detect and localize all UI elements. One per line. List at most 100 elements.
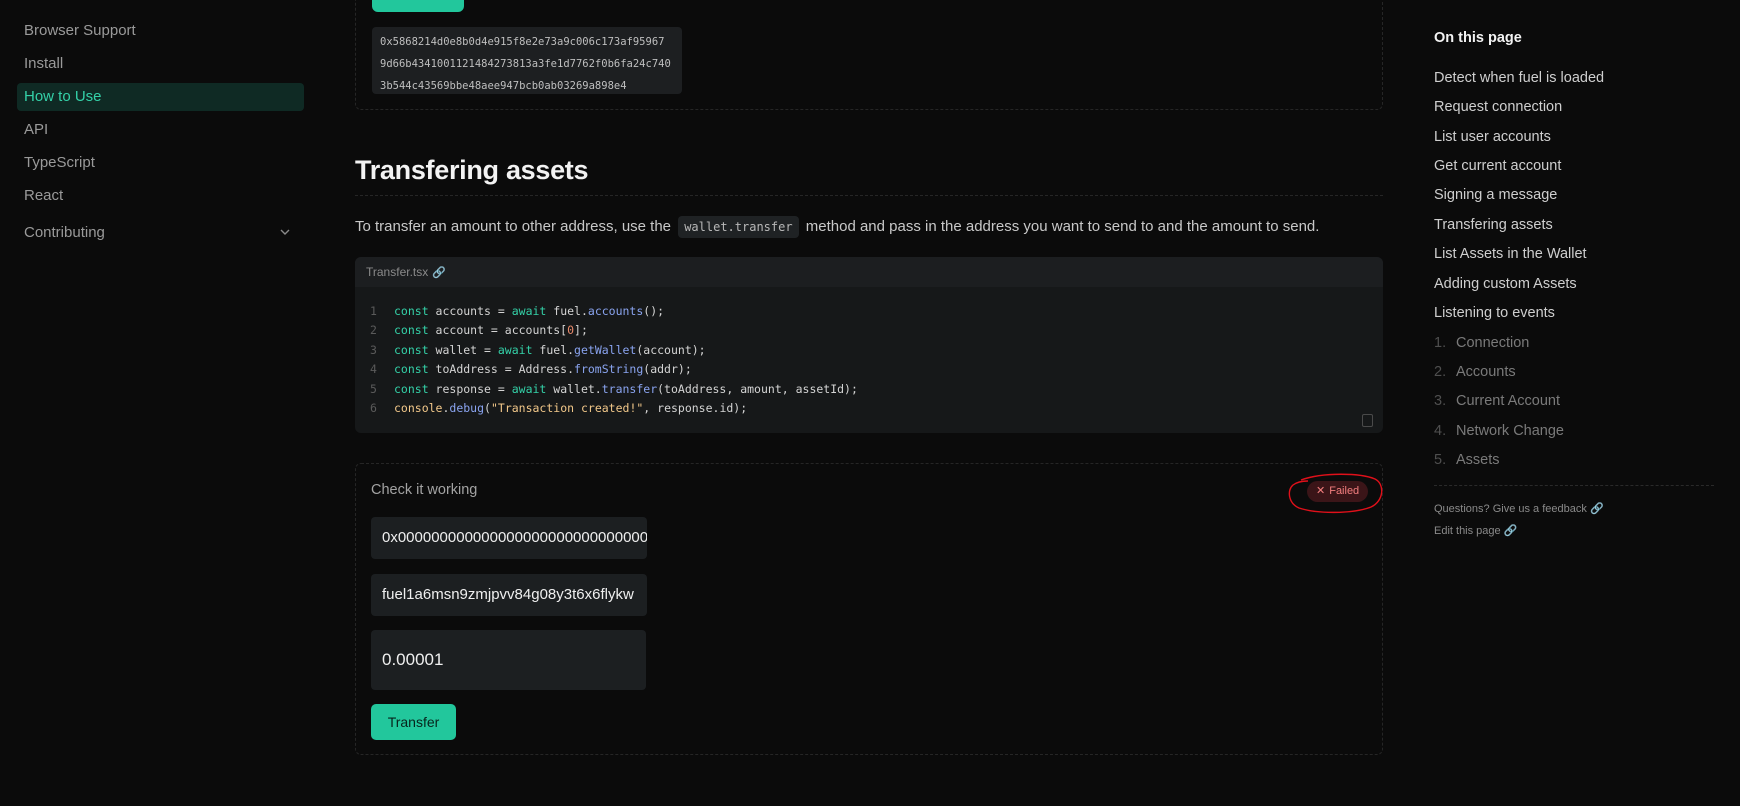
section-paragraph: To transfer an amount to other address, …	[355, 215, 1319, 239]
sidebar-item-typescript[interactable]: TypeScript	[17, 149, 304, 177]
heading-divider	[355, 195, 1383, 196]
amount-input[interactable]: 0.00001	[371, 630, 646, 690]
code-line: 1 const accounts = await fuel.accounts();	[355, 302, 1383, 321]
code-function: fromString	[574, 362, 644, 377]
code-text: (account);	[636, 342, 706, 357]
sign-message-demo: 0x5868214d0e8b0d4e915f8e2e73a9c006c173af…	[355, 0, 1383, 110]
code-text: wallet.	[546, 381, 602, 396]
code-lines: 1 const accounts = await fuel.accounts();…	[355, 287, 1383, 418]
code-line: 4 const toAddress = Address.fromString(ad…	[355, 360, 1383, 379]
toc-sub-number: 4.	[1434, 423, 1447, 439]
toc-item[interactable]: Signing a message	[1434, 187, 1557, 203]
sidebar-item-install[interactable]: Install	[17, 50, 304, 78]
feedback-link-label: Questions? Give us a feedback	[1434, 503, 1587, 515]
sidebar-item-contributing[interactable]: Contributing	[17, 219, 304, 247]
toc-divider	[1434, 485, 1714, 486]
section-heading: Transfering assets	[355, 155, 589, 185]
toc-sub-item[interactable]: 2. Accounts	[1434, 364, 1516, 380]
code-keyword: const	[394, 362, 429, 377]
copy-clipboard-icon[interactable]	[1362, 414, 1373, 427]
sidebar: Browser Support Install How to Use API T…	[0, 0, 320, 806]
code-filename-bar: Transfer.tsx 🔗	[355, 257, 1383, 287]
chevron-down-icon	[280, 229, 290, 235]
code-function: debug	[449, 400, 485, 415]
toc-sub-label: Connection	[1456, 335, 1530, 351]
toc-sub-item[interactable]: 5. Assets	[1434, 452, 1500, 468]
transfer-demo-panel: Check it working ✕ Failed 0x0000000000000…	[355, 463, 1383, 755]
toc-sub-item[interactable]: 4. Network Change	[1434, 423, 1564, 439]
link-icon: 🔗	[1589, 503, 1604, 515]
line-number: 5	[370, 381, 377, 396]
toc-item[interactable]: Listening to events	[1434, 305, 1555, 321]
code-line: 3 const wallet = await fuel.getWallet(acc…	[355, 341, 1383, 360]
toc-sub-number: 3.	[1434, 393, 1447, 409]
code-block: Transfer.tsx 🔗 1 const accounts = await fu…	[355, 257, 1383, 433]
signature-output: 0x5868214d0e8b0d4e915f8e2e73a9c006c173af…	[372, 27, 682, 94]
signature-line: 0x5868214d0e8b0d4e915f8e2e73a9c006c173af…	[380, 36, 665, 48]
code-function: accounts	[587, 304, 644, 318]
toc-item[interactable]: Transfering assets	[1434, 217, 1553, 233]
address-input[interactable]: fuel1a6msn9zmjpvv84g08y3t6x6flykw	[371, 574, 647, 616]
code-line: 2 const account = accounts[0];	[355, 321, 1383, 340]
code-filename: Transfer.tsx	[366, 265, 429, 279]
line-number: 2	[370, 323, 377, 338]
toc-sub-label: Assets	[1456, 452, 1500, 468]
toc-item[interactable]: Detect when fuel is loaded	[1434, 70, 1604, 86]
code-keyword: const	[394, 342, 429, 357]
sidebar-item-react[interactable]: React	[17, 182, 304, 210]
demo-title: Check it working	[371, 482, 478, 498]
toc-item[interactable]: Request connection	[1434, 99, 1562, 115]
toc-sub-number: 2.	[1434, 364, 1447, 380]
toc-item[interactable]: List Assets in the Wallet	[1434, 246, 1587, 262]
link-icon[interactable]: 🔗	[432, 258, 446, 288]
line-number: 6	[370, 400, 377, 415]
edit-page-link[interactable]: Edit this page 🔗	[1434, 524, 1517, 537]
line-number: 1	[370, 304, 377, 318]
toc-item[interactable]: Get current account	[1434, 158, 1561, 174]
code-text: wallet =	[428, 342, 498, 357]
sidebar-item-label: API	[24, 121, 49, 138]
code-string: "Transaction created!"	[490, 400, 644, 415]
line-number: 4	[370, 362, 377, 377]
toc-item[interactable]: Adding custom Assets	[1434, 276, 1577, 292]
sidebar-item-label: Contributing	[24, 224, 105, 241]
code-keyword: const	[394, 304, 429, 318]
line-number: 3	[370, 342, 377, 357]
signature-line: 3b544c43569bbe48aee947bcb0ab03269a898e4	[380, 80, 627, 92]
paragraph-text: To transfer an amount to other address, …	[355, 218, 672, 235]
code-line: 5 const response = await wallet.transfer(…	[355, 380, 1383, 399]
toc-sub-item[interactable]: 1. Connection	[1434, 335, 1529, 351]
code-text: fuel.	[532, 342, 575, 357]
toc-sub-item[interactable]: 3. Current Account	[1434, 393, 1560, 409]
paragraph-text: method and pass in the address you want …	[805, 218, 1320, 235]
code-function: transfer	[601, 381, 658, 396]
toc-sub-number: 1.	[1434, 335, 1447, 351]
annotation-circle	[1288, 473, 1383, 514]
toc-sub-label: Network Change	[1456, 423, 1564, 439]
sidebar-item-api[interactable]: API	[17, 116, 304, 144]
sidebar-item-label: TypeScript	[24, 154, 95, 171]
toc-item[interactable]: List user accounts	[1434, 129, 1551, 145]
feedback-link[interactable]: Questions? Give us a feedback 🔗	[1434, 502, 1604, 515]
code-text: accounts =	[428, 304, 512, 318]
code-keyword: await	[511, 304, 547, 318]
code-text: response =	[428, 381, 512, 396]
edit-page-link-label: Edit this page	[1434, 525, 1501, 537]
code-text: ();	[643, 304, 665, 318]
sidebar-item-label: Install	[24, 55, 64, 72]
link-icon: 🔗	[1503, 525, 1518, 537]
code-keyword: await	[497, 342, 533, 357]
code-object: console	[394, 400, 443, 415]
transfer-button[interactable]: Transfer	[371, 704, 456, 740]
sidebar-item-browser-support[interactable]: Browser Support	[17, 17, 304, 45]
toc-title: On this page	[1434, 30, 1522, 46]
code-text: fuel.	[546, 304, 588, 318]
code-function: getWallet	[574, 342, 637, 357]
sign-message-button[interactable]	[372, 0, 464, 12]
code-keyword: const	[394, 323, 429, 338]
sidebar-item-label: Browser Support	[24, 22, 136, 39]
asset-id-input[interactable]: 0x000000000000000000000000000000	[371, 517, 647, 559]
sidebar-item-how-to-use[interactable]: How to Use	[17, 83, 304, 111]
code-text: (	[484, 400, 491, 415]
toc-sub-number: 5.	[1434, 452, 1447, 468]
